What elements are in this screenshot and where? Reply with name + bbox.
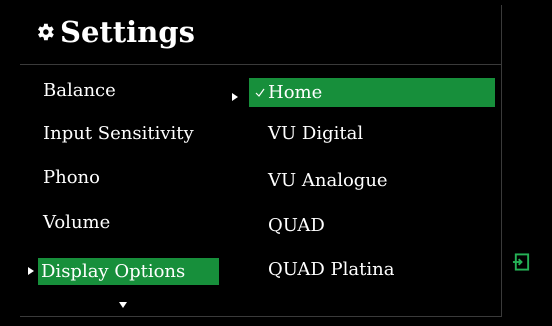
option-home-label: Home — [268, 82, 323, 103]
submenu-pointer-icon — [232, 93, 238, 101]
selected-item-pointer-icon — [28, 267, 34, 275]
menu-item-input-sensitivity[interactable]: Input Sensitivity — [43, 122, 194, 146]
chevron-down-icon[interactable] — [118, 301, 128, 309]
option-vu-analogue[interactable]: VU Analogue — [268, 169, 388, 193]
menu-item-balance[interactable]: Balance — [43, 79, 116, 103]
option-quad-platina[interactable]: QUAD Platina — [268, 258, 394, 282]
settings-panel: Settings Balance Input Sensitivity Phono… — [20, 5, 502, 317]
gear-icon — [38, 23, 54, 41]
option-vu-digital[interactable]: VU Digital — [268, 122, 363, 146]
checkmark-icon — [255, 88, 265, 97]
page-title: Settings — [60, 15, 195, 49]
menu-item-volume[interactable]: Volume — [43, 211, 110, 235]
settings-header: Settings — [20, 5, 501, 65]
menu-item-phono[interactable]: Phono — [43, 166, 100, 190]
menu-item-display-options[interactable]: Display Options — [38, 258, 219, 285]
exit-icon[interactable] — [512, 252, 531, 272]
page-title-wrap: Settings — [34, 15, 195, 49]
option-home[interactable]: Home — [249, 78, 495, 107]
option-quad[interactable]: QUAD — [268, 214, 325, 238]
